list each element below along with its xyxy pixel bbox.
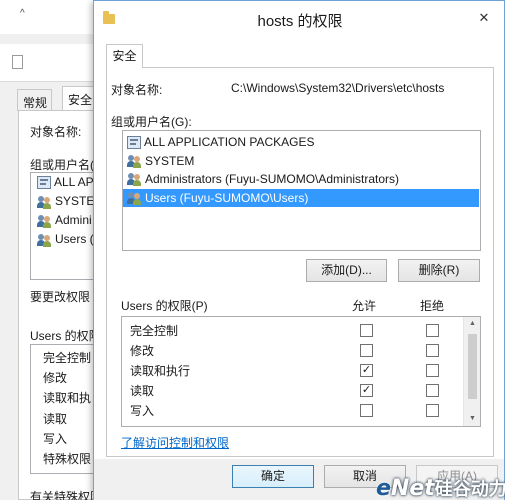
scroll-down-arrow-icon[interactable]: ▼: [464, 412, 481, 426]
bg-groups-label: 组或用户名(: [30, 158, 94, 172]
package-icon: [37, 176, 51, 189]
list-item-administrators[interactable]: Administrators (Fuyu-SUMOMO\Administrato…: [123, 170, 480, 189]
list-item-all-application-packages[interactable]: ALL APPLICATION PACKAGES: [123, 133, 480, 152]
list-item-label: Users (Fuyu-SUMOMO\Users): [145, 190, 309, 205]
permission-name: 修改: [130, 344, 155, 358]
deny-checkbox[interactable]: [426, 384, 439, 397]
bg-object-name-label: 对象名称:: [30, 125, 82, 139]
permission-row: 读取 ✓: [122, 379, 458, 399]
scrollbar-thumb[interactable]: [468, 334, 477, 399]
file-icon: [12, 55, 23, 69]
list-item: 特殊权限: [43, 451, 92, 466]
list-item[interactable]: ALL AP: [31, 173, 99, 192]
list-item: 写入: [43, 431, 68, 446]
close-icon[interactable]: ✕: [471, 9, 497, 27]
permission-name: 完全控制: [130, 324, 179, 338]
permission-name: 写入: [130, 404, 155, 418]
remove-button[interactable]: 删除(R): [398, 259, 480, 282]
allow-checkbox[interactable]: ✓: [360, 364, 373, 377]
add-button[interactable]: 添加(D)...: [306, 259, 387, 282]
permission-row: 完全控制: [122, 319, 458, 339]
deny-checkbox[interactable]: [426, 324, 439, 337]
groups-label: 组或用户名(G):: [111, 115, 192, 129]
bg-group-list[interactable]: ALL AP SYSTEM Admini Users (: [30, 172, 100, 280]
permission-name: 读取和执行: [130, 364, 191, 378]
allow-checkbox[interactable]: [360, 324, 373, 337]
list-item-system[interactable]: SYSTEM: [123, 152, 480, 171]
allow-column-header: 允许: [352, 299, 377, 313]
users-icon: [37, 214, 53, 228]
list-item[interactable]: SYSTEM: [31, 192, 99, 211]
chevron-up-icon[interactable]: ^: [20, 8, 25, 19]
users-icon: [127, 172, 143, 187]
permission-row: 修改: [122, 339, 458, 359]
list-item: 修改: [43, 371, 68, 386]
permission-name: 读取: [130, 384, 155, 398]
allow-checkbox[interactable]: ✓: [360, 384, 373, 397]
object-name-value: C:\Windows\System32\Drivers\etc\hosts: [231, 81, 445, 95]
users-icon: [127, 191, 143, 205]
list-item: 读取: [43, 411, 68, 426]
deny-checkbox[interactable]: [426, 344, 439, 357]
permission-scrollbar[interactable]: ▲ ▼: [463, 317, 480, 426]
deny-checkbox[interactable]: [426, 364, 439, 377]
list-item[interactable]: Admini: [31, 211, 99, 230]
bg-perm-label: Users 的权限: [30, 329, 101, 343]
list-item: 完全控制: [43, 351, 92, 365]
list-item[interactable]: Users (: [31, 230, 99, 249]
permission-list: 完全控制 修改 读取和执行 ✓ 读取 ✓ 写入 ▲ ▼: [121, 316, 481, 427]
ok-button[interactable]: 确定: [232, 465, 314, 488]
allow-checkbox[interactable]: [360, 344, 373, 357]
permission-row: 写入: [122, 399, 458, 419]
bg-tab-security[interactable]: 安全: [62, 86, 98, 111]
users-icon: [37, 195, 53, 209]
allow-checkbox[interactable]: [360, 404, 373, 417]
list-item-label: Administrators (Fuyu-SUMOMO\Administrato…: [145, 172, 400, 187]
bg-tab-general[interactable]: 常规: [17, 89, 53, 111]
users-icon: [37, 233, 53, 247]
group-user-list[interactable]: ALL APPLICATION PACKAGES SYSTEM Administ…: [122, 130, 481, 251]
dialog-title: hosts 的权限: [257, 13, 343, 30]
users-icon: [127, 154, 143, 168]
bg-change-perm-label: 要更改权限: [30, 290, 91, 304]
deny-checkbox[interactable]: [426, 404, 439, 417]
scroll-up-arrow-icon[interactable]: ▲: [464, 317, 481, 331]
access-control-help-link[interactable]: 了解访问控制和权限: [121, 434, 229, 451]
permissions-dialog: hosts 的权限 ✕ 安全 对象名称: C:\Windows\System32…: [93, 0, 505, 500]
list-item: 读取和执: [43, 391, 92, 406]
object-name-label: 对象名称:: [111, 83, 163, 97]
list-item-users[interactable]: Users (Fuyu-SUMOMO\Users): [123, 188, 479, 207]
enet-watermark-logo: eNet硅谷动力: [376, 476, 505, 500]
package-icon: [127, 135, 141, 149]
permission-row: 读取和执行 ✓: [122, 359, 458, 379]
bg-permission-list: 完全控制 修改 读取和执 读取 写入 特殊权限: [30, 344, 100, 474]
permissions-label: Users 的权限(P): [121, 299, 208, 313]
list-item-label: SYSTEM: [145, 153, 195, 168]
bg-bottom-label: 有关特殊权限: [30, 490, 103, 500]
tab-security[interactable]: 安全: [106, 44, 143, 68]
list-item-label: ALL APPLICATION PACKAGES: [144, 135, 315, 150]
deny-column-header: 拒绝: [420, 299, 445, 313]
